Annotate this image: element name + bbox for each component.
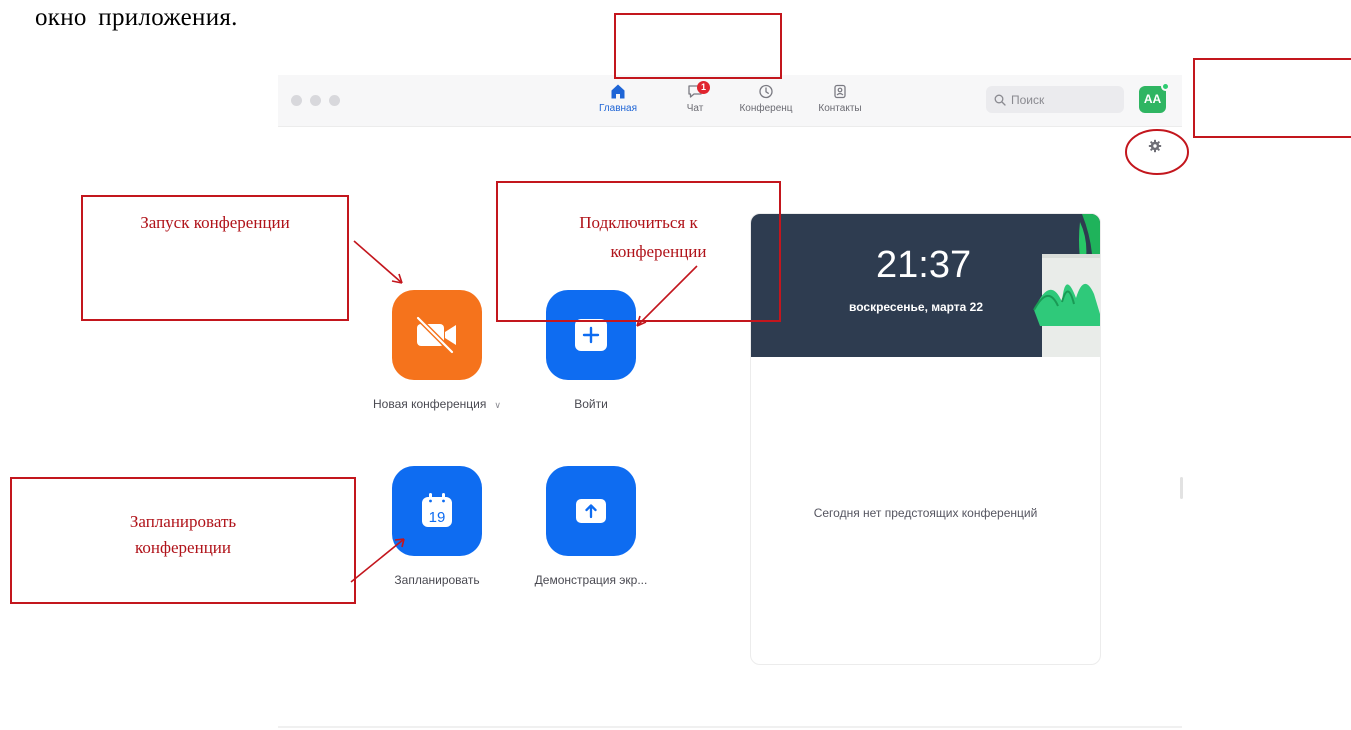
- upcoming-meetings-panel: 21:37 воскресенье, марта 22 Сегодня нет …: [750, 213, 1101, 665]
- scrollbar[interactable]: [1180, 477, 1183, 499]
- maximize-window-dot[interactable]: [329, 95, 340, 106]
- schedule-meeting-button[interactable]: 19 Запланировать: [367, 466, 507, 587]
- join-meeting-label: Войти: [574, 397, 608, 411]
- search-icon: [994, 94, 1006, 106]
- home-icon: [611, 84, 625, 99]
- settings-gear-icon[interactable]: [1148, 139, 1162, 153]
- new-meeting-text: Новая конференция: [373, 397, 487, 411]
- schedule-meeting-tile[interactable]: 19: [392, 466, 482, 556]
- online-status-dot: [1161, 82, 1170, 91]
- annotation-schedule-line1: Запланировать: [129, 512, 237, 531]
- share-screen-button[interactable]: Демонстрация экр...: [521, 466, 661, 587]
- minimize-window-dot[interactable]: [310, 95, 321, 106]
- no-meetings-text: Сегодня нет предстоящих конференций: [813, 506, 1038, 520]
- clock-icon: [759, 84, 773, 99]
- search-box[interactable]: [986, 86, 1124, 113]
- new-meeting-tile[interactable]: [392, 290, 482, 380]
- calendar-day-number: 19: [429, 509, 446, 526]
- user-avatar[interactable]: AA: [1139, 82, 1170, 113]
- tab-home-label: Главная: [598, 103, 638, 114]
- annotation-box-tabs: [614, 13, 782, 79]
- tab-home[interactable]: Главная: [590, 83, 646, 123]
- plus-icon: [575, 319, 607, 351]
- annotation-box-profile: [1193, 58, 1351, 138]
- window-controls: [291, 95, 340, 106]
- chevron-down-icon[interactable]: ∨: [494, 400, 501, 411]
- new-meeting-button[interactable]: Новая конференция ∨: [367, 290, 507, 411]
- avatar-initials: AA: [1143, 92, 1162, 106]
- document-caption: окно приложения.: [35, 4, 238, 31]
- tab-chat-label: Чат: [686, 103, 704, 114]
- current-date: воскресенье, марта 22: [849, 300, 984, 314]
- share-screen-tile[interactable]: [546, 466, 636, 556]
- schedule-meeting-label: Запланировать: [394, 573, 480, 587]
- bottom-divider: [278, 726, 1182, 728]
- tab-contacts[interactable]: Контакты: [809, 83, 871, 123]
- clock-header: 21:37 воскресенье, марта 22: [751, 214, 1100, 357]
- contacts-icon: [834, 84, 846, 99]
- new-meeting-label: Новая конференция ∨: [367, 397, 507, 411]
- plant-illustration-icon: [1033, 214, 1100, 357]
- share-screen-label: Демонстрация экр...: [534, 573, 648, 587]
- annotation-join-line1: Подключиться к: [579, 213, 698, 232]
- tab-meetings-label: Конференц: [739, 103, 793, 114]
- tab-meetings[interactable]: Конференц: [733, 83, 799, 123]
- tab-chat[interactable]: 1 Чат: [675, 81, 715, 123]
- search-input[interactable]: [1011, 92, 1121, 107]
- top-toolbar: Главная 1 Чат Конференц Контакты Поиск A…: [278, 75, 1182, 127]
- share-up-icon: [576, 499, 606, 523]
- calendar-icon: 19: [422, 493, 452, 527]
- annotation-start-text: Запуск конференции: [140, 213, 290, 232]
- close-window-dot[interactable]: [291, 95, 302, 106]
- current-time: 21:37: [876, 244, 972, 286]
- annotation-join-line2: конференции: [610, 242, 707, 261]
- zoom-app-window: Главная 1 Чат Конференц Контакты Поиск A…: [278, 75, 1183, 728]
- annotation-schedule-line2: конференции: [135, 538, 231, 557]
- chat-unread-badge: 1: [697, 81, 710, 94]
- video-off-icon: [415, 315, 456, 355]
- tab-contacts-label: Контакты: [818, 103, 862, 114]
